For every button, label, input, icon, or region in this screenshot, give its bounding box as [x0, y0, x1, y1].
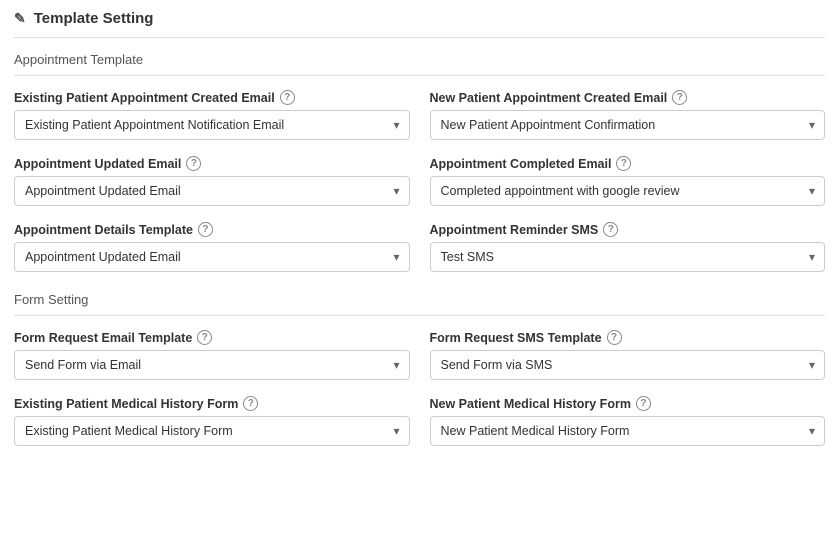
- select-form-request-email[interactable]: Send Form via Email: [14, 350, 410, 380]
- help-icon-new-patient-appt-created[interactable]: ?: [672, 90, 687, 105]
- label-new-patient-medical-form: New Patient Medical History Form ?: [430, 396, 826, 411]
- label-existing-patient-appt-created: Existing Patient Appointment Created Ema…: [14, 90, 410, 105]
- select-appointment-details[interactable]: Appointment Updated Email: [14, 242, 410, 272]
- select-wrapper-form-request-sms: Send Form via SMS: [430, 350, 826, 380]
- select-wrapper-appointment-completed: Completed appointment with google review: [430, 176, 826, 206]
- field-group-form-request-sms: Form Request SMS Template ? Send Form vi…: [430, 330, 826, 380]
- appointment-row-3: Appointment Details Template ? Appointme…: [14, 222, 825, 272]
- select-wrapper-existing-patient-medical-form: Existing Patient Medical History Form: [14, 416, 410, 446]
- page-title: Template Setting: [34, 10, 154, 27]
- appointment-template-section: Appointment Template Existing Patient Ap…: [14, 52, 825, 272]
- select-appointment-reminder-sms[interactable]: Test SMS: [430, 242, 826, 272]
- select-existing-patient-appt-created[interactable]: Existing Patient Appointment Notificatio…: [14, 110, 410, 140]
- label-new-patient-appt-created: New Patient Appointment Created Email ?: [430, 90, 826, 105]
- select-wrapper-new-patient-appt-created: New Patient Appointment Confirmation: [430, 110, 826, 140]
- field-group-appointment-details: Appointment Details Template ? Appointme…: [14, 222, 410, 272]
- form-row-2: Existing Patient Medical History Form ? …: [14, 396, 825, 446]
- help-icon-existing-patient-medical-form[interactable]: ?: [243, 396, 258, 411]
- select-wrapper-appointment-details: Appointment Updated Email: [14, 242, 410, 272]
- select-new-patient-appt-created[interactable]: New Patient Appointment Confirmation: [430, 110, 826, 140]
- appointment-row-2: Appointment Updated Email ? Appointment …: [14, 156, 825, 206]
- label-appointment-updated: Appointment Updated Email ?: [14, 156, 410, 171]
- label-existing-patient-medical-form: Existing Patient Medical History Form ?: [14, 396, 410, 411]
- page-title-container: ✎ Template Setting: [14, 10, 825, 38]
- label-form-request-email: Form Request Email Template ?: [14, 330, 410, 345]
- appointment-row-1: Existing Patient Appointment Created Ema…: [14, 90, 825, 140]
- select-wrapper-existing-patient-appt-created: Existing Patient Appointment Notificatio…: [14, 110, 410, 140]
- field-group-existing-patient-appt-created: Existing Patient Appointment Created Ema…: [14, 90, 410, 140]
- label-form-request-sms: Form Request SMS Template ?: [430, 330, 826, 345]
- field-group-new-patient-appt-created: New Patient Appointment Created Email ? …: [430, 90, 826, 140]
- field-group-existing-patient-medical-form: Existing Patient Medical History Form ? …: [14, 396, 410, 446]
- select-appointment-updated[interactable]: Appointment Updated Email: [14, 176, 410, 206]
- help-icon-existing-patient-appt-created[interactable]: ?: [280, 90, 295, 105]
- form-section-title: Form Setting: [14, 292, 825, 316]
- help-icon-appointment-reminder-sms[interactable]: ?: [603, 222, 618, 237]
- form-row-1: Form Request Email Template ? Send Form …: [14, 330, 825, 380]
- help-icon-appointment-updated[interactable]: ?: [186, 156, 201, 171]
- help-icon-form-request-email[interactable]: ?: [197, 330, 212, 345]
- label-appointment-details: Appointment Details Template ?: [14, 222, 410, 237]
- select-form-request-sms[interactable]: Send Form via SMS: [430, 350, 826, 380]
- label-appointment-reminder-sms: Appointment Reminder SMS ?: [430, 222, 826, 237]
- field-group-appointment-completed: Appointment Completed Email ? Completed …: [430, 156, 826, 206]
- help-icon-appointment-completed[interactable]: ?: [616, 156, 631, 171]
- select-wrapper-form-request-email: Send Form via Email: [14, 350, 410, 380]
- help-icon-appointment-details[interactable]: ?: [198, 222, 213, 237]
- select-appointment-completed[interactable]: Completed appointment with google review: [430, 176, 826, 206]
- appointment-section-title: Appointment Template: [14, 52, 825, 76]
- select-wrapper-appointment-updated: Appointment Updated Email: [14, 176, 410, 206]
- field-group-appointment-reminder-sms: Appointment Reminder SMS ? Test SMS: [430, 222, 826, 272]
- label-appointment-completed: Appointment Completed Email ?: [430, 156, 826, 171]
- form-setting-section: Form Setting Form Request Email Template…: [14, 292, 825, 446]
- select-wrapper-new-patient-medical-form: New Patient Medical History Form: [430, 416, 826, 446]
- help-icon-form-request-sms[interactable]: ?: [607, 330, 622, 345]
- edit-icon: ✎: [14, 10, 26, 27]
- select-wrapper-appointment-reminder-sms: Test SMS: [430, 242, 826, 272]
- help-icon-new-patient-medical-form[interactable]: ?: [636, 396, 651, 411]
- select-existing-patient-medical-form[interactable]: Existing Patient Medical History Form: [14, 416, 410, 446]
- field-group-new-patient-medical-form: New Patient Medical History Form ? New P…: [430, 396, 826, 446]
- field-group-form-request-email: Form Request Email Template ? Send Form …: [14, 330, 410, 380]
- select-new-patient-medical-form[interactable]: New Patient Medical History Form: [430, 416, 826, 446]
- field-group-appointment-updated: Appointment Updated Email ? Appointment …: [14, 156, 410, 206]
